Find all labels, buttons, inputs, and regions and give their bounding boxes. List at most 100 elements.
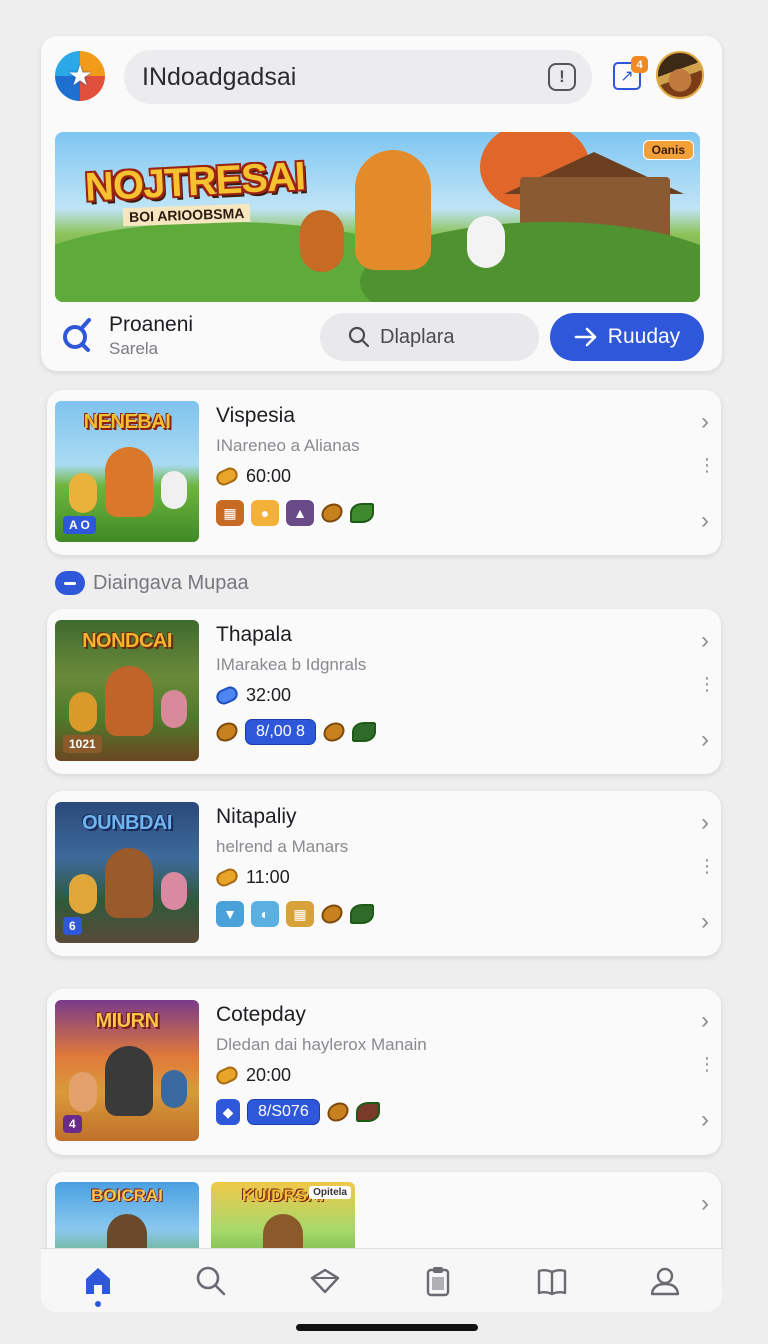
game-time: 20:00 xyxy=(213,1064,292,1087)
chevron-right-icon[interactable]: › xyxy=(701,726,709,754)
gem-icon xyxy=(213,684,241,707)
chest-icon: ▦ xyxy=(286,901,314,927)
nut-icon xyxy=(317,499,347,527)
reward-icons: 8/,00 8 xyxy=(212,718,376,746)
game-card[interactable]: NONDCAI 1021 Thapala IMarakea b Idgnrals… xyxy=(47,609,721,774)
game-time: 11:00 xyxy=(213,866,290,889)
game-time-value: 60:00 xyxy=(246,466,292,486)
chevron-right-icon[interactable]: › xyxy=(701,1007,709,1035)
primary-action-label: Ruuday xyxy=(607,325,681,348)
reward-chip: 8/,00 8 xyxy=(245,719,316,745)
clipboard-icon xyxy=(427,1266,450,1296)
game-description: INareneo a Alianas xyxy=(216,436,360,455)
featured-banner[interactable]: NOJTRESAI BOI ARIOOBSMA Oanis xyxy=(55,132,700,302)
game-thumbnail: OUNBDAI 6 xyxy=(55,802,199,943)
book-icon xyxy=(537,1268,566,1295)
game-time-value: 11:00 xyxy=(246,867,290,887)
game-time: 32:00 xyxy=(213,684,292,707)
banner-mascot xyxy=(355,150,431,270)
gem-icon: ◆ xyxy=(216,1099,240,1125)
more-icon[interactable]: ⋮ xyxy=(698,1055,716,1073)
leaf-icon xyxy=(350,503,374,523)
game-card[interactable]: NENEBAI A O Vispesia INareneo a Alianas … xyxy=(47,390,721,555)
reward-icons: ▼ ◐ ▦ xyxy=(216,900,374,928)
compass-icon: ◐ xyxy=(251,901,279,927)
nut-icon xyxy=(323,1098,352,1126)
profile-search-icon xyxy=(63,318,91,352)
crate-icon: ▦ xyxy=(216,500,244,526)
nut-icon xyxy=(212,718,242,746)
game-title: Vispesia xyxy=(216,404,295,427)
chevron-right-icon[interactable]: › xyxy=(701,408,709,436)
banner-title: NOJTRESAI xyxy=(83,154,306,210)
thumbnail-title: NONDCAI xyxy=(82,630,172,652)
game-time: 60:00 xyxy=(213,465,292,488)
alert-icon[interactable]: ! xyxy=(548,63,576,91)
chevron-right-icon[interactable]: › xyxy=(701,1190,709,1218)
game-thumbnail: MIURN 4 xyxy=(55,1000,199,1141)
nav-explore[interactable] xyxy=(305,1261,345,1301)
nav-clipboard[interactable] xyxy=(418,1261,458,1301)
thumbnail-title: OUNBDAI xyxy=(82,812,172,834)
nav-search[interactable] xyxy=(191,1261,231,1301)
game-description: helrend a Manars xyxy=(216,837,349,856)
avatar[interactable] xyxy=(656,51,704,99)
app-logo-icon[interactable]: ★ xyxy=(55,51,105,101)
search-input[interactable]: INdoadgadsai xyxy=(142,63,296,92)
diamond-icon xyxy=(310,1268,339,1293)
thumbnail-tag: A O xyxy=(63,516,96,534)
nav-profile[interactable] xyxy=(645,1261,685,1301)
section-header: Diaingava Mupaa xyxy=(55,571,249,595)
user-icon xyxy=(651,1267,680,1295)
more-icon[interactable]: ⋮ xyxy=(698,675,716,693)
primary-action-button[interactable]: Ruuday xyxy=(550,313,704,361)
game-time-value: 32:00 xyxy=(246,685,292,705)
game-title: Cotepday xyxy=(216,1003,306,1026)
home-indicator[interactable] xyxy=(296,1324,478,1331)
bucket-icon: ▼ xyxy=(216,901,244,927)
chevron-right-icon[interactable]: › xyxy=(701,908,709,936)
header-card: ★ INdoadgadsai ! ↗ 4 NOJTRESAI BOI ARIOO… xyxy=(41,36,722,371)
leaf-icon xyxy=(350,904,374,924)
thumbnail-title: BOICRAI xyxy=(91,1186,163,1205)
minus-pill-icon xyxy=(55,571,85,595)
thumbnail-title: NENEBAI xyxy=(83,411,171,433)
more-icon[interactable]: ⋮ xyxy=(698,857,716,875)
nav-library[interactable] xyxy=(532,1261,572,1301)
reward-chip: 8/S076 xyxy=(247,1099,320,1125)
chevron-right-icon[interactable]: › xyxy=(701,1106,709,1134)
coin-icon xyxy=(213,465,241,488)
reward-icons: ▦ ● ▲ xyxy=(216,499,374,527)
game-title: Thapala xyxy=(216,623,292,646)
game-card[interactable]: OUNBDAI 6 Nitapaliy helrend a Manars 11:… xyxy=(47,791,721,956)
search-icon xyxy=(348,326,370,348)
banner-badge: Oanis xyxy=(642,140,694,160)
leaf-icon xyxy=(351,722,376,742)
game-description: IMarakea b Idgnrals xyxy=(216,655,367,674)
secondary-action-button[interactable]: Dlaplara xyxy=(320,313,539,361)
game-card[interactable]: MIURN 4 Cotepday Dledan dai haylerox Man… xyxy=(47,989,721,1155)
chevron-right-icon[interactable]: › xyxy=(701,627,709,655)
notification-badge: 4 xyxy=(631,56,648,73)
search-icon xyxy=(196,1266,226,1295)
chevron-right-icon[interactable]: › xyxy=(701,507,709,535)
thumbnail-badge: Opitela xyxy=(309,1186,351,1199)
game-time-value: 20:00 xyxy=(246,1065,292,1085)
active-indicator xyxy=(94,1300,101,1307)
nav-home[interactable] xyxy=(78,1261,118,1307)
profile-subtitle: Sarela xyxy=(109,339,159,358)
search-bar[interactable]: INdoadgadsai ! xyxy=(124,50,592,104)
berry-icon xyxy=(355,1102,380,1122)
thumbnail-tag: 6 xyxy=(63,917,82,935)
profile-name: Proaneni xyxy=(109,313,194,336)
banner-buddy xyxy=(467,216,505,268)
nut-icon xyxy=(317,900,347,928)
thumbnail-tag: 1021 xyxy=(63,735,102,753)
game-description: Dledan dai haylerox Manain xyxy=(216,1035,427,1054)
more-icon[interactable]: ⋮ xyxy=(698,456,716,474)
banner-buddy xyxy=(300,210,344,272)
nut-icon xyxy=(319,718,348,746)
chevron-right-icon[interactable]: › xyxy=(701,809,709,837)
house-icon: ▲ xyxy=(286,500,314,526)
reward-icons: ◆ 8/S076 xyxy=(216,1098,380,1126)
